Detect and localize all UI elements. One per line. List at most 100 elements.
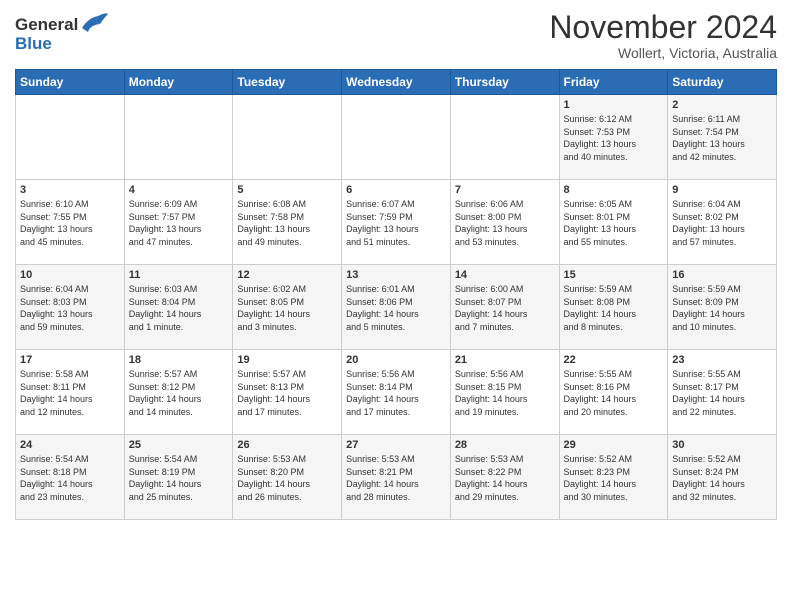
day-cell: 14 Sunrise: 6:00 AMSunset: 8:07 PMDayligh…: [450, 265, 559, 350]
day-cell: 29Sunrise: 5:52 AMSunset: 8:23 PMDayligh…: [559, 435, 668, 520]
day-number: 21: [455, 354, 555, 366]
day-number: 5: [237, 184, 337, 196]
day-cell: 6 Sunrise: 6:07 AMSunset: 7:59 PMDaylight…: [342, 180, 451, 265]
day-info: Sunrise: 6:08 AMSunset: 7:58 PMDaylight:…: [237, 198, 337, 248]
week-row-1: 1 Sunrise: 6:12 AMSunset: 7:53 PMDaylight…: [16, 95, 777, 180]
calendar-table: SundayMondayTuesdayWednesdayThursdayFrid…: [15, 69, 777, 520]
day-number: 11: [129, 269, 229, 281]
weekday-header-sunday: Sunday: [16, 70, 125, 95]
day-cell: 22 Sunrise: 5:55 AMSunset: 8:16 PMDayligh…: [559, 350, 668, 435]
day-info: Sunrise: 6:09 AMSunset: 7:57 PMDaylight:…: [129, 198, 229, 248]
day-cell: [342, 95, 451, 180]
day-number: 2: [672, 99, 772, 111]
day-info: Sunrise: 5:55 AMSunset: 8:16 PMDaylight:…: [564, 368, 664, 418]
day-number: 10: [20, 269, 120, 281]
day-info: Sunrise: 5:53 AMSunset: 8:21 PMDaylight:…: [346, 453, 446, 503]
title-area: November 2024 Wollert, Victoria, Austral…: [549, 10, 777, 61]
day-info: Sunrise: 5:59 AMSunset: 8:08 PMDaylight:…: [564, 283, 664, 333]
weekday-header-friday: Friday: [559, 70, 668, 95]
day-number: 15: [564, 269, 664, 281]
logo-bird-icon: [80, 10, 110, 36]
day-cell: 10 Sunrise: 6:04 AMSunset: 8:03 PMDayligh…: [16, 265, 125, 350]
day-number: 25: [129, 439, 229, 451]
day-number: 13: [346, 269, 446, 281]
day-number: 1: [564, 99, 664, 111]
day-info: Sunrise: 5:58 AMSunset: 8:11 PMDaylight:…: [20, 368, 120, 418]
day-cell: 23 Sunrise: 5:55 AMSunset: 8:17 PMDayligh…: [668, 350, 777, 435]
day-info: Sunrise: 5:52 AMSunset: 8:23 PMDaylight:…: [564, 453, 664, 503]
week-row-4: 17 Sunrise: 5:58 AMSunset: 8:11 PMDayligh…: [16, 350, 777, 435]
day-info: Sunrise: 6:00 AMSunset: 8:07 PMDaylight:…: [455, 283, 555, 333]
day-cell: 3 Sunrise: 6:10 AMSunset: 7:55 PMDaylight…: [16, 180, 125, 265]
logo: General Blue: [15, 15, 110, 54]
day-cell: 13Sunrise: 6:01 AMSunset: 8:06 PMDayligh…: [342, 265, 451, 350]
day-number: 6: [346, 184, 446, 196]
day-info: Sunrise: 6:02 AMSunset: 8:05 PMDaylight:…: [237, 283, 337, 333]
day-number: 22: [564, 354, 664, 366]
day-number: 23: [672, 354, 772, 366]
week-row-5: 24 Sunrise: 5:54 AMSunset: 8:18 PMDayligh…: [16, 435, 777, 520]
weekday-header-saturday: Saturday: [668, 70, 777, 95]
day-number: 7: [455, 184, 555, 196]
day-cell: 2Sunrise: 6:11 AMSunset: 7:54 PMDaylight…: [668, 95, 777, 180]
day-number: 26: [237, 439, 337, 451]
day-info: Sunrise: 5:57 AMSunset: 8:13 PMDaylight:…: [237, 368, 337, 418]
day-info: Sunrise: 5:54 AMSunset: 8:18 PMDaylight:…: [20, 453, 120, 503]
day-info: Sunrise: 5:56 AMSunset: 8:15 PMDaylight:…: [455, 368, 555, 418]
day-cell: 26 Sunrise: 5:53 AMSunset: 8:20 PMDayligh…: [233, 435, 342, 520]
day-info: Sunrise: 6:10 AMSunset: 7:55 PMDaylight:…: [20, 198, 120, 248]
day-cell: 27Sunrise: 5:53 AMSunset: 8:21 PMDayligh…: [342, 435, 451, 520]
day-cell: 4Sunrise: 6:09 AMSunset: 7:57 PMDaylight…: [124, 180, 233, 265]
weekday-header-monday: Monday: [124, 70, 233, 95]
day-info: Sunrise: 6:07 AMSunset: 7:59 PMDaylight:…: [346, 198, 446, 248]
weekday-header-thursday: Thursday: [450, 70, 559, 95]
day-number: 19: [237, 354, 337, 366]
logo-line2: Blue: [15, 34, 110, 54]
day-cell: [450, 95, 559, 180]
day-info: Sunrise: 6:03 AMSunset: 8:04 PMDaylight:…: [129, 283, 229, 333]
day-number: 17: [20, 354, 120, 366]
day-info: Sunrise: 5:59 AMSunset: 8:09 PMDaylight:…: [672, 283, 772, 333]
day-cell: [124, 95, 233, 180]
day-number: 28: [455, 439, 555, 451]
day-number: 24: [20, 439, 120, 451]
day-info: Sunrise: 6:12 AMSunset: 7:53 PMDaylight:…: [564, 113, 664, 163]
day-number: 30: [672, 439, 772, 451]
day-info: Sunrise: 6:04 AMSunset: 8:03 PMDaylight:…: [20, 283, 120, 333]
location-subtitle: Wollert, Victoria, Australia: [549, 45, 777, 61]
week-row-3: 10 Sunrise: 6:04 AMSunset: 8:03 PMDayligh…: [16, 265, 777, 350]
day-cell: 21 Sunrise: 5:56 AMSunset: 8:15 PMDayligh…: [450, 350, 559, 435]
day-info: Sunrise: 6:06 AMSunset: 8:00 PMDaylight:…: [455, 198, 555, 248]
day-cell: 18Sunrise: 5:57 AMSunset: 8:12 PMDayligh…: [124, 350, 233, 435]
day-cell: 24 Sunrise: 5:54 AMSunset: 8:18 PMDayligh…: [16, 435, 125, 520]
weekday-header-row: SundayMondayTuesdayWednesdayThursdayFrid…: [16, 70, 777, 95]
day-cell: 7 Sunrise: 6:06 AMSunset: 8:00 PMDaylight…: [450, 180, 559, 265]
day-number: 14: [455, 269, 555, 281]
day-info: Sunrise: 6:04 AMSunset: 8:02 PMDaylight:…: [672, 198, 772, 248]
day-cell: 25 Sunrise: 5:54 AMSunset: 8:19 PMDayligh…: [124, 435, 233, 520]
day-info: Sunrise: 5:53 AMSunset: 8:20 PMDaylight:…: [237, 453, 337, 503]
day-cell: 15 Sunrise: 5:59 AMSunset: 8:08 PMDayligh…: [559, 265, 668, 350]
day-number: 3: [20, 184, 120, 196]
day-cell: 9 Sunrise: 6:04 AMSunset: 8:02 PMDaylight…: [668, 180, 777, 265]
day-info: Sunrise: 5:57 AMSunset: 8:12 PMDaylight:…: [129, 368, 229, 418]
week-row-2: 3 Sunrise: 6:10 AMSunset: 7:55 PMDaylight…: [16, 180, 777, 265]
logo-area: General Blue: [15, 10, 110, 54]
day-info: Sunrise: 5:54 AMSunset: 8:19 PMDaylight:…: [129, 453, 229, 503]
day-cell: 1 Sunrise: 6:12 AMSunset: 7:53 PMDaylight…: [559, 95, 668, 180]
day-number: 12: [237, 269, 337, 281]
day-cell: 5 Sunrise: 6:08 AMSunset: 7:58 PMDaylight…: [233, 180, 342, 265]
day-cell: 16 Sunrise: 5:59 AMSunset: 8:09 PMDayligh…: [668, 265, 777, 350]
day-number: 16: [672, 269, 772, 281]
page-wrapper: General Blue November 2024 Wollert, Vict…: [0, 0, 792, 535]
day-number: 8: [564, 184, 664, 196]
day-cell: [233, 95, 342, 180]
logo-line1: General: [15, 15, 78, 34]
day-cell: 17 Sunrise: 5:58 AMSunset: 8:11 PMDayligh…: [16, 350, 125, 435]
day-cell: 11 Sunrise: 6:03 AMSunset: 8:04 PMDayligh…: [124, 265, 233, 350]
day-cell: [16, 95, 125, 180]
day-info: Sunrise: 5:55 AMSunset: 8:17 PMDaylight:…: [672, 368, 772, 418]
day-number: 9: [672, 184, 772, 196]
day-cell: 19 Sunrise: 5:57 AMSunset: 8:13 PMDayligh…: [233, 350, 342, 435]
day-info: Sunrise: 5:53 AMSunset: 8:22 PMDaylight:…: [455, 453, 555, 503]
